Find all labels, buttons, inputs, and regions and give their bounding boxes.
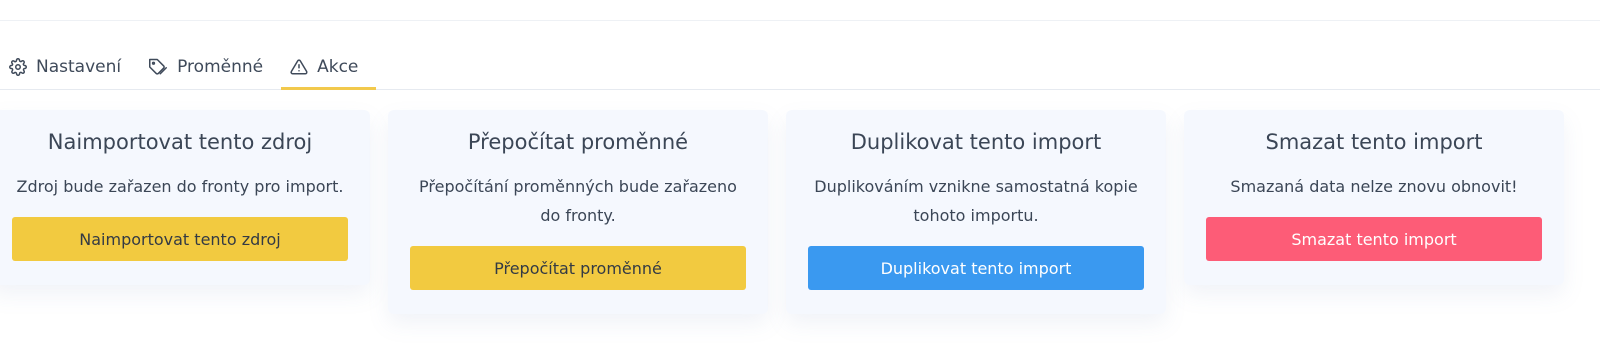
card-title: Přepočítat proměnné <box>467 130 689 154</box>
warning-icon <box>290 58 308 76</box>
delete-import-button[interactable]: Smazat tento import <box>1206 217 1542 261</box>
card-title: Smazat tento import <box>1265 130 1483 154</box>
tag-icon <box>148 58 168 76</box>
card-import-source: Naimportovat tento zdroj Zdroj bude zařa… <box>0 110 370 285</box>
recalculate-variables-button[interactable]: Přepočítat proměnné <box>410 246 746 290</box>
tab-label: Akce <box>317 56 359 77</box>
tab-label: Proměnné <box>177 56 264 77</box>
card-description: Duplikováním vznikne samostatná kopie to… <box>814 177 1138 225</box>
card-description: Smazaná data nelze znovu obnovit! <box>1230 177 1518 196</box>
tab-promenne[interactable]: Proměnné <box>139 44 281 89</box>
card-delete-import: Smazat tento import Smazaná data nelze z… <box>1184 110 1564 285</box>
tab-akce[interactable]: Akce <box>281 44 377 90</box>
duplicate-import-button[interactable]: Duplikovat tento import <box>808 246 1144 290</box>
card-description: Přepočítání proměnných bude zařazeno do … <box>419 177 737 225</box>
card-title: Naimportovat tento zdroj <box>47 130 313 154</box>
tab-bar: Nastavení Proměnné Akce <box>0 44 1600 90</box>
card-title: Duplikovat tento import <box>850 130 1102 154</box>
gear-icon <box>9 57 27 76</box>
tab-label: Nastavení <box>36 56 122 77</box>
card-description: Zdroj bude zařazen do fronty pro import. <box>16 177 344 196</box>
top-divider <box>0 20 1600 21</box>
tab-nastaveni[interactable]: Nastavení <box>0 44 139 89</box>
import-source-button[interactable]: Naimportovat tento zdroj <box>12 217 348 261</box>
card-recalculate-variables: Přepočítat proměnné Přepočítání proměnný… <box>388 110 768 314</box>
card-duplicate-import: Duplikovat tento import Duplikováním vzn… <box>786 110 1166 314</box>
action-cards: Naimportovat tento zdroj Zdroj bude zařa… <box>0 110 1600 314</box>
